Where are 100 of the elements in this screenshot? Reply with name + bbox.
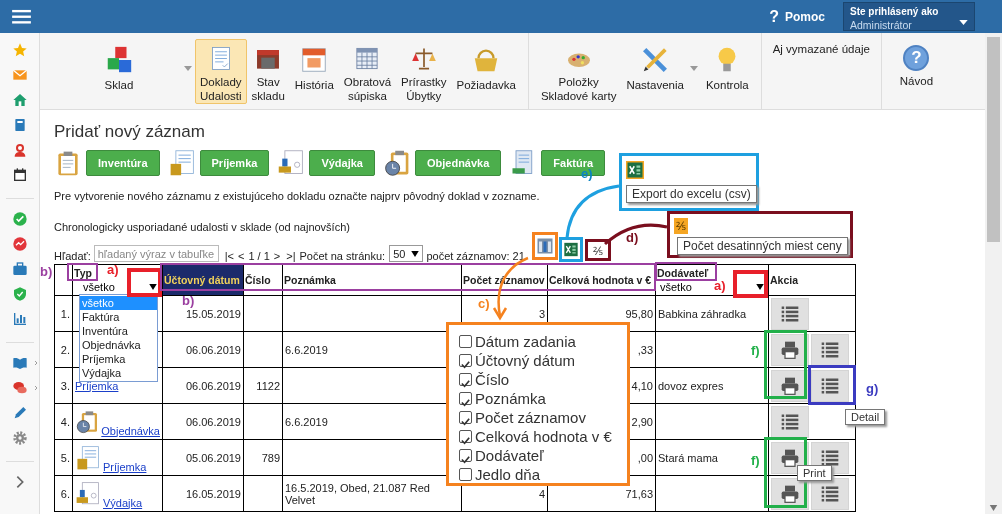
star-icon[interactable] <box>11 42 28 58</box>
toolbar-button[interactable]: História <box>289 39 339 104</box>
annotation-label: b) <box>182 293 195 308</box>
page-title: Pridať nový záznam <box>54 122 206 142</box>
chevron-icon[interactable] <box>33 384 39 392</box>
row-number: 3. <box>54 367 73 404</box>
decimals-icon: ⅖ <box>674 218 688 234</box>
calendar-icon[interactable] <box>11 167 28 183</box>
detail-button[interactable] <box>811 477 849 510</box>
checkbox[interactable] <box>459 373 472 386</box>
annotation-label: f) <box>751 343 760 358</box>
tooltip: Detail <box>845 409 886 425</box>
toolbar-button[interactable]: Nastavenia <box>621 39 701 104</box>
number-cell: 1122 <box>243 367 283 404</box>
chart-down-icon[interactable] <box>11 236 28 252</box>
record-count: počet záznamov: 21 <box>426 250 525 262</box>
help-icon: ? <box>769 7 779 26</box>
list-title: Chronologicky usporiadané udalosti v sklade (od najnovších) <box>54 220 350 234</box>
annotation-label: c) <box>478 296 490 311</box>
column-header[interactable]: Poznámka <box>284 273 336 287</box>
supplier-cell: Babkina záhradka <box>655 295 769 332</box>
decimals-button[interactable]: ⅖ <box>590 241 605 259</box>
briefcase-icon[interactable] <box>11 261 28 277</box>
checkbox[interactable] <box>459 411 472 424</box>
dropdown-option[interactable]: Príjemka <box>80 352 157 366</box>
next-page-link[interactable]: > <box>273 250 281 262</box>
checkbox[interactable] <box>459 430 472 443</box>
detail-button[interactable] <box>771 405 809 438</box>
print-icon <box>780 339 800 360</box>
print-icon <box>780 447 800 468</box>
date-cell: 16.05.2019 <box>162 475 244 512</box>
scroll-down-icon[interactable] <box>989 505 998 511</box>
toolbar-button[interactable]: Prírastky Úbytky <box>396 39 452 104</box>
annotation-label: f) <box>751 453 760 468</box>
menu-icon[interactable] <box>12 9 31 24</box>
detail-button[interactable] <box>771 297 809 330</box>
hint-text: Pre vytvorenie nového záznamu z existujúceho dokladu označte najprv pôvodný doklad v zozname. <box>54 189 540 203</box>
highlight-frame <box>733 270 768 298</box>
last-page-link[interactable]: >| <box>286 250 296 262</box>
detail-button[interactable] <box>811 369 849 402</box>
annotation-label: a) <box>107 262 119 277</box>
user-menu[interactable]: Ste prihlásený ako Administrátor <box>843 2 975 31</box>
toggle-label[interactable]: Aj vymazané údaje <box>768 33 874 109</box>
row-number: 6. <box>54 475 73 512</box>
tooltip: Počet desatinných miest ceny <box>677 237 848 255</box>
document-link[interactable]: Výdajka <box>103 496 143 509</box>
dropdown-option[interactable]: Výdajka <box>80 366 157 380</box>
toolbar-button[interactable]: Sklad <box>55 39 195 104</box>
row-number: 5. <box>54 439 73 476</box>
chevron-icon[interactable] <box>33 359 39 367</box>
toolbar-button[interactable]: Položky Skladové karty <box>535 39 622 104</box>
checkbox[interactable] <box>459 392 472 405</box>
tooltip: Print <box>797 465 832 481</box>
home-icon[interactable] <box>11 92 28 108</box>
column-header[interactable]: Dodávateľ <box>657 266 709 280</box>
checkbox[interactable] <box>459 335 472 348</box>
column-header[interactable]: Typ <box>74 266 92 280</box>
dropdown-option[interactable]: Inventúra <box>80 324 157 338</box>
search-label: Hľadať: <box>54 250 91 262</box>
annotation-label: a) <box>714 278 726 293</box>
toolbar-button[interactable]: Obratová súpiska <box>338 39 397 104</box>
print-icon <box>780 375 800 396</box>
columns-icon[interactable] <box>535 237 554 255</box>
shield-icon[interactable] <box>11 286 28 302</box>
column-header[interactable]: Akcia <box>770 273 799 287</box>
annotation-label: d) <box>626 230 639 245</box>
previous-page-link[interactable]: < <box>237 250 245 262</box>
date-cell: 06.06.2019 <box>162 403 244 440</box>
print-button[interactable] <box>771 333 809 366</box>
caret-icon <box>959 20 968 25</box>
toolbar-button[interactable]: Požiadavka <box>451 39 521 104</box>
toolbar-button[interactable]: Doklady Udalosti <box>195 39 247 104</box>
help-button[interactable]: ? Návod <box>894 39 939 104</box>
checkbox[interactable] <box>459 449 472 462</box>
chat-icon[interactable] <box>11 380 28 396</box>
document-link[interactable]: Príjemka <box>103 460 147 473</box>
detail-button[interactable] <box>811 333 849 366</box>
checkbox[interactable] <box>459 468 472 481</box>
annotation-label: b) <box>40 264 53 279</box>
dropdown-option[interactable]: Faktúra <box>80 310 157 324</box>
first-page-link[interactable]: |< <box>224 250 234 262</box>
dropdown-option[interactable]: Objednávka <box>80 338 157 352</box>
caret-icon <box>411 250 420 257</box>
checkbox[interactable] <box>459 354 472 367</box>
per-page-label: Počet na stránku: <box>299 250 386 262</box>
caret-icon <box>756 283 764 290</box>
settings-icon[interactable] <box>11 430 28 446</box>
caret-icon <box>149 283 157 290</box>
help-link[interactable]: ? Pomoc <box>769 7 825 26</box>
bar-chart-icon[interactable] <box>11 311 28 327</box>
toolbar-button[interactable]: Kontrola <box>700 39 754 104</box>
excel-icon <box>626 160 644 180</box>
open-book-icon[interactable] <box>11 355 28 371</box>
scrollbar-thumb[interactable] <box>987 37 1000 242</box>
date-cell: 06.06.2019 <box>162 367 244 404</box>
toolbar-button[interactable]: Stav skladu <box>246 39 290 104</box>
search-field[interactable]: hľadaný výraz v tabuľke <box>93 245 219 262</box>
per-page-select[interactable]: 50 <box>389 245 424 262</box>
check-icon[interactable] <box>11 211 28 227</box>
document-link[interactable]: Príjemka <box>75 379 119 392</box>
